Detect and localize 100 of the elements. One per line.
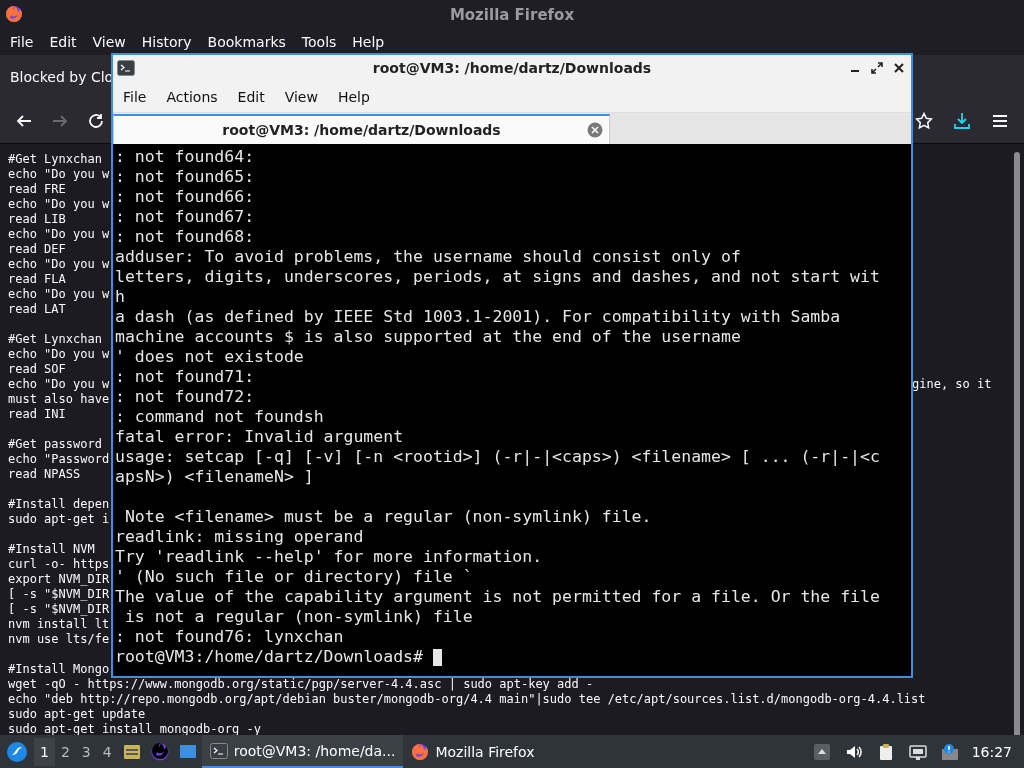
- code-line: read SOF: [8, 362, 66, 377]
- start-menu-icon[interactable]: [6, 740, 28, 763]
- output-line: Try 'readlink --help' for more information.: [115, 547, 544, 567]
- output-line: : not found68:: [115, 227, 256, 247]
- output-line: : not found71:: [115, 367, 256, 387]
- code-line: #Get Lynxchan: [8, 332, 102, 347]
- menu-item[interactable]: Edit: [41, 34, 85, 50]
- output-line: h: [115, 287, 126, 307]
- shell-prompt: root@VM3:/home/dartz/Downloads#: [115, 647, 424, 667]
- terminal-icon: [209, 742, 228, 759]
- output-line: Note <filename> must be a regular (non-symlink) file.: [123, 507, 653, 527]
- notification-icon[interactable]: [940, 742, 959, 761]
- code-line: [ -s "$NVM_DIR: [8, 587, 110, 602]
- code-line: #Install depen: [8, 497, 110, 512]
- code-line: read FLA: [8, 272, 66, 287]
- code-line: echo "deb http://repo.mongodb.org/apt/debian buster/mongodb-org/4.4 main"|sudo tee /etc/apt/sources.list.d/mongodb-org-4.4.list: [8, 692, 926, 707]
- output-line: letters, digits, underscores, periods, at signs and dashes, and not start wit: [115, 267, 881, 287]
- menu-item[interactable]: Tools: [293, 34, 345, 50]
- output-line: : command not foundsh: [115, 407, 325, 427]
- menu-item[interactable]: History: [133, 34, 200, 50]
- firefox-logo-icon[interactable]: [149, 741, 170, 762]
- code-line: sudo apt-get update: [8, 707, 146, 722]
- tab-title: root@VM3: /home/dartz/Downloads: [222, 122, 501, 138]
- output-line: a dash (as defined by IEEE Std 1003.1-2001). For compatibility with Samba: [115, 307, 842, 327]
- code-line: echo "Do you w: [8, 257, 110, 272]
- code-line: sudo apt-get i: [8, 512, 110, 527]
- code-line: echo "Password: [8, 452, 110, 467]
- text-cursor: [432, 648, 442, 666]
- menu-item[interactable]: Bookmarks: [199, 34, 294, 50]
- star-icon[interactable]: [915, 112, 933, 130]
- output-line: readlink: missing operand: [115, 527, 365, 547]
- code-line: [ -s "$NVM_DIR: [8, 602, 110, 617]
- menu-icon[interactable]: [991, 112, 1009, 130]
- reload-icon[interactable]: [87, 112, 105, 130]
- menu-item[interactable]: Help: [344, 34, 393, 50]
- clock[interactable]: 16:27: [965, 743, 1024, 760]
- code-line: must also have: [8, 392, 110, 407]
- output-line: is not a regular (non-symlink) file: [123, 607, 474, 627]
- maximize-icon[interactable]: [871, 62, 883, 74]
- code-line: read DEF: [8, 242, 66, 257]
- code-line: read NPASS: [8, 467, 81, 482]
- output-line: : not found65:: [115, 167, 256, 187]
- output-line: : not found66:: [115, 187, 256, 207]
- code-line: gine, so it: [912, 377, 993, 392]
- output-line: The value of the capability argument is not permitted for a file. Or the file: [115, 587, 881, 607]
- output-line: : not found67:: [115, 207, 256, 227]
- code-line: nvm install lt: [8, 617, 110, 632]
- code-line: #Get Lynxchan: [8, 152, 102, 167]
- code-line: curl -o- https: [8, 557, 110, 572]
- show-hidden-icon[interactable]: [812, 742, 831, 761]
- network-icon[interactable]: [908, 742, 927, 761]
- code-line: #Install NVM: [8, 542, 95, 557]
- workspace-button[interactable]: 3: [75, 743, 97, 760]
- workspace-button[interactable]: 2: [54, 743, 76, 760]
- code-line: #Install Mongo: [8, 662, 110, 677]
- code-line: echo "Do you w: [8, 227, 110, 242]
- code-line: #Get password: [8, 437, 102, 452]
- output-line: : not found64:: [115, 147, 256, 167]
- menu-item[interactable]: Edit: [227, 88, 275, 105]
- taskbar-button[interactable]: root@VM3: /home/da...: [201, 735, 404, 768]
- menu-item[interactable]: Actions: [156, 88, 228, 105]
- code-line: nvm use lts/fe: [8, 632, 110, 647]
- terminal-icon: [117, 60, 135, 76]
- taskbar-button[interactable]: Mozilla Firefox: [403, 736, 543, 767]
- code-line: read LIB: [8, 212, 66, 227]
- download-icon[interactable]: [953, 112, 971, 130]
- menu-item[interactable]: File: [2, 34, 42, 50]
- code-line: wget -qO - https://www.mongodb.org/static/pgp/server-4.4.asc | sudo apt-key add -: [8, 677, 594, 692]
- code-line: read FRE: [8, 182, 66, 197]
- output-line: ' does not existode: [115, 347, 305, 367]
- window-title: Mozilla Firefox: [449, 5, 575, 24]
- code-line: export NVM_DIR: [8, 572, 110, 587]
- code-line: echo "Do you w: [8, 347, 110, 362]
- code-line: echo "Do you w: [8, 197, 110, 212]
- output-line: fatal error: Invalid argument: [115, 427, 405, 447]
- menu-item[interactable]: Help: [327, 88, 380, 105]
- code-line: echo "Do you w: [8, 167, 110, 182]
- scrollbar[interactable]: [1014, 152, 1020, 735]
- output-line: usage: setcap [-q] [-v] [-n <rootid>] (-r|-|<caps>) <filename> [ ... (-r|-|<c: [115, 447, 881, 467]
- menu-item[interactable]: File: [113, 88, 157, 105]
- close-icon[interactable]: [893, 62, 905, 74]
- code-line: sudo apt-get install mongodb-org -y: [8, 722, 261, 735]
- firefox-logo-icon: [5, 5, 23, 23]
- workspace-button[interactable]: 4: [96, 743, 118, 760]
- output-line: : not found76: lynxchan: [115, 627, 345, 647]
- output-line: : not found72:: [115, 387, 256, 407]
- window-title: root@VM3: /home/dartz/Downloads: [372, 60, 652, 76]
- output-line: apsN>) <filenameN> ]: [115, 467, 315, 487]
- workspace-button[interactable]: 1: [34, 737, 55, 766]
- output-line: machine accounts $ is also supported at the end of the username: [115, 327, 742, 347]
- code-line: echo "Do you w: [8, 287, 110, 302]
- output-line: ' (No such file or directory) file `: [115, 567, 474, 587]
- code-line: read INI: [8, 407, 66, 422]
- menu-item[interactable]: View: [274, 88, 328, 105]
- output-line: adduser: To avoid problems, the username should consist only of: [115, 247, 742, 267]
- code-line: read LAT: [8, 302, 66, 317]
- terminal-tab[interactable]: root@VM3: /home/dartz/Downloads: [113, 114, 610, 144]
- menu-item[interactable]: View: [84, 34, 134, 50]
- firefox-logo-icon: [411, 742, 430, 761]
- code-line: echo "Do you w: [8, 377, 110, 392]
